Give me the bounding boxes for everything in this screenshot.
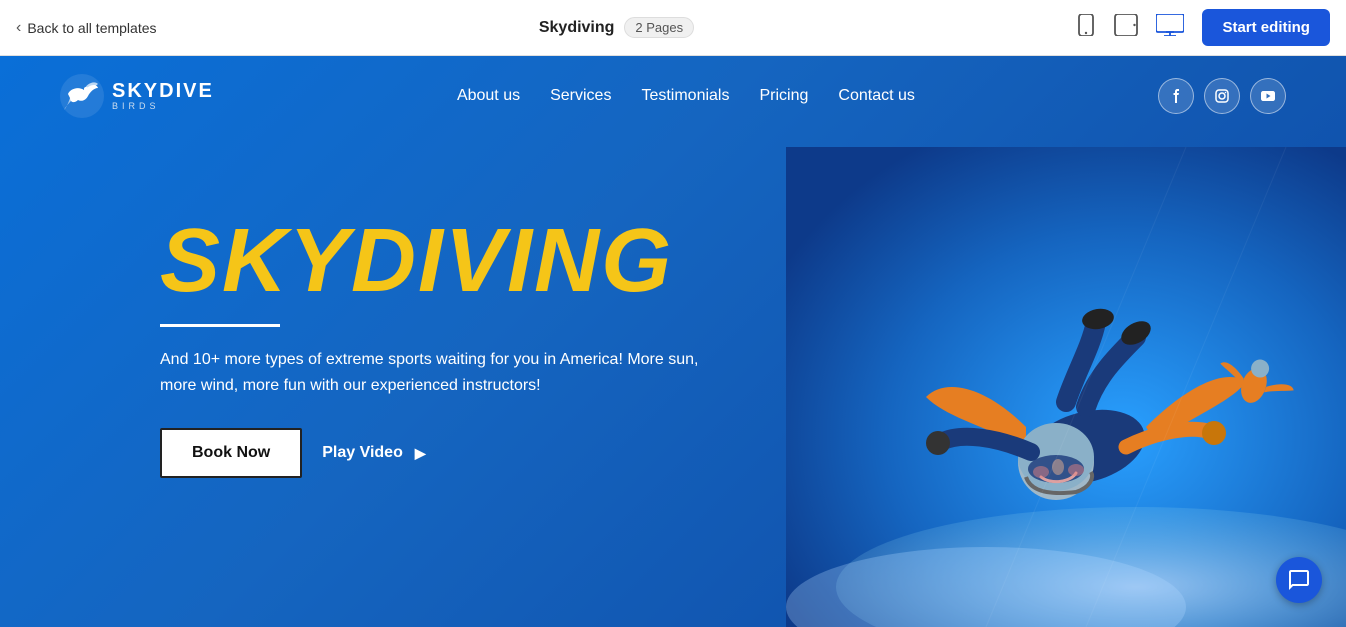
- tablet-view-icon[interactable]: [1114, 14, 1138, 42]
- play-video-button[interactable]: Play Video ▶: [322, 444, 425, 462]
- nav-links: About us Services Testimonials Pricing C…: [457, 87, 915, 105]
- skydiver-image: [786, 147, 1346, 627]
- device-icons: Start editing: [1076, 9, 1330, 46]
- logo-text: SKYDIVE BIRDS: [112, 80, 214, 112]
- hero-title: SKYDIVING: [160, 216, 720, 306]
- top-bar: ‹ Back to all templates Skydiving 2 Page…: [0, 0, 1346, 56]
- nav-services[interactable]: Services: [550, 87, 611, 105]
- preview-area: SKYDIVE BIRDS About us Services Testimon…: [0, 56, 1346, 627]
- hero-subtitle: And 10+ more types of extreme sports wai…: [160, 347, 720, 398]
- logo-sub: BIRDS: [112, 102, 214, 112]
- hero-divider: [160, 324, 280, 327]
- book-now-button[interactable]: Book Now: [160, 428, 302, 478]
- logo-name: SKYDIVE: [112, 80, 214, 102]
- nav-bar: SKYDIVE BIRDS About us Services Testimon…: [0, 56, 1346, 136]
- mobile-view-icon[interactable]: [1076, 14, 1096, 42]
- chat-icon: [1287, 568, 1311, 592]
- play-video-label: Play Video: [322, 444, 403, 462]
- chat-bubble[interactable]: [1276, 557, 1322, 603]
- pages-badge: 2 Pages: [624, 17, 694, 38]
- hero-buttons: Book Now Play Video ▶: [160, 428, 720, 478]
- nav-contact-us[interactable]: Contact us: [838, 87, 914, 105]
- logo-area: SKYDIVE BIRDS: [60, 74, 214, 118]
- facebook-icon[interactable]: [1158, 78, 1194, 114]
- youtube-icon[interactable]: [1250, 78, 1286, 114]
- logo-bird-icon: [60, 74, 104, 118]
- social-icons: [1158, 78, 1286, 114]
- back-to-templates-link[interactable]: ‹ Back to all templates: [16, 19, 157, 37]
- title-area: Skydiving 2 Pages: [539, 17, 694, 38]
- site-title: Skydiving: [539, 19, 615, 37]
- back-label: Back to all templates: [27, 20, 156, 36]
- nav-testimonials[interactable]: Testimonials: [641, 87, 729, 105]
- chevron-left-icon: ‹: [16, 19, 21, 37]
- instagram-icon[interactable]: [1204, 78, 1240, 114]
- nav-pricing[interactable]: Pricing: [759, 87, 808, 105]
- play-triangle-icon: ▶: [415, 445, 426, 462]
- nav-about-us[interactable]: About us: [457, 87, 520, 105]
- hero-content: SKYDIVING And 10+ more types of extreme …: [160, 216, 720, 478]
- start-editing-button[interactable]: Start editing: [1202, 9, 1330, 46]
- desktop-view-icon[interactable]: [1156, 14, 1184, 42]
